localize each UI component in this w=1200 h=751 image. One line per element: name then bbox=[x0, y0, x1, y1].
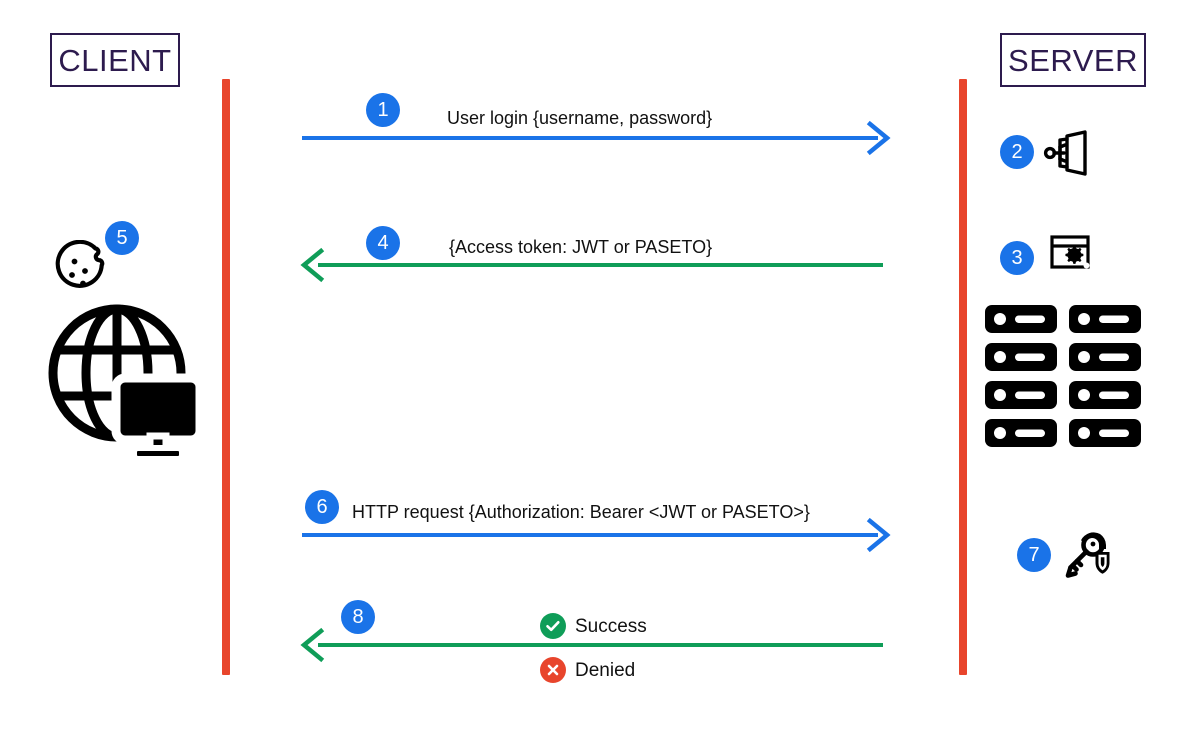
step-badge-6: 6 bbox=[305, 490, 339, 524]
arrowhead-left-green-8 bbox=[300, 627, 325, 663]
actor-client-label: CLIENT bbox=[58, 42, 172, 78]
message-6-label: HTTP request {Authorization: Bearer <JWT… bbox=[352, 502, 810, 522]
lifeline-server bbox=[959, 79, 967, 675]
step-badge-7: 7 bbox=[1017, 538, 1051, 572]
step-badge-4: 4 bbox=[366, 226, 400, 260]
actor-server-label: SERVER bbox=[1008, 42, 1138, 78]
result-success: Success bbox=[540, 613, 647, 639]
cookie-icon bbox=[55, 239, 113, 303]
door-login-icon bbox=[1043, 129, 1091, 182]
server-rack-icon bbox=[985, 305, 1141, 454]
message-8-line bbox=[318, 643, 883, 647]
result-success-label: Success bbox=[575, 615, 647, 637]
result-denied-label: Denied bbox=[575, 659, 636, 681]
message-6-line bbox=[302, 533, 878, 537]
window-gears-icon bbox=[1049, 233, 1099, 284]
arrowhead-right-blue-6 bbox=[866, 517, 891, 553]
actor-client: CLIENT bbox=[50, 33, 180, 87]
step-badge-3: 3 bbox=[1000, 241, 1034, 275]
step-badge-1: 1 bbox=[366, 93, 400, 127]
globe-monitor-icon bbox=[44, 300, 205, 465]
actor-server: SERVER bbox=[1000, 33, 1146, 87]
result-denied: Denied bbox=[540, 657, 635, 683]
step-badge-2: 2 bbox=[1000, 135, 1034, 169]
x-circle-icon bbox=[540, 657, 566, 683]
arrowhead-left-green-4 bbox=[300, 247, 325, 283]
message-1-label: User login {username, password} bbox=[447, 108, 713, 128]
sequence-diagram-canvas: CLIENT SERVER User login {username, pass… bbox=[0, 0, 1200, 751]
arrowhead-right-blue-1 bbox=[866, 120, 891, 156]
lifeline-client bbox=[222, 79, 230, 675]
step-badge-8: 8 bbox=[341, 600, 375, 634]
message-1-line bbox=[302, 136, 878, 140]
key-shield-icon bbox=[1062, 530, 1114, 587]
check-circle-icon bbox=[540, 613, 566, 639]
message-4-label: {Access token: JWT or PASETO} bbox=[449, 237, 713, 257]
message-4-line bbox=[318, 263, 883, 267]
